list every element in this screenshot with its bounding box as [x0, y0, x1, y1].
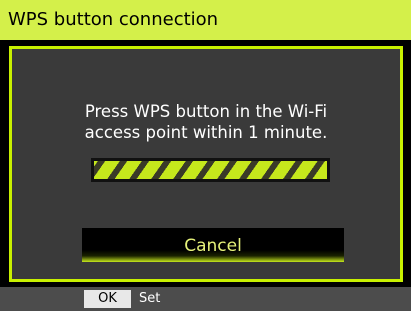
instruction-line-2: access point within 1 minute.	[84, 123, 328, 142]
wps-dialog: Press WPS button in the Wi-Fi access poi…	[9, 46, 403, 282]
progress-bar	[91, 158, 330, 182]
set-action-label: Set	[139, 291, 161, 306]
screen-title: WPS button connection	[0, 0, 411, 40]
ok-key-icon: OK	[84, 290, 131, 308]
camera-screen: WPS button connection Press WPS button i…	[0, 0, 411, 311]
instruction-message: Press WPS button in the Wi-Fi access poi…	[12, 101, 400, 143]
instruction-line-1: Press WPS button in the Wi-Fi	[84, 102, 328, 121]
button-guide: OK Set	[0, 287, 411, 311]
cancel-button[interactable]: Cancel	[82, 228, 344, 262]
progress-stripes	[94, 161, 327, 179]
